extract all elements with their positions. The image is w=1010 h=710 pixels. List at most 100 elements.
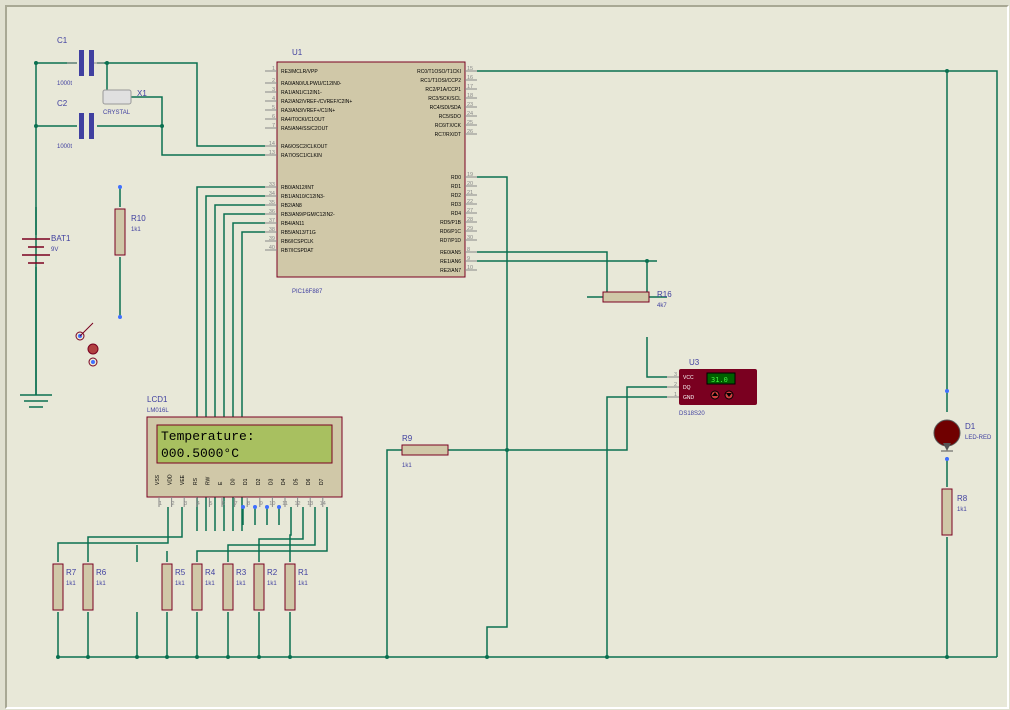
svg-text:RD4: RD4	[451, 211, 461, 217]
svg-text:U1: U1	[292, 48, 303, 57]
component-r7[interactable]: R7 1k1	[53, 564, 77, 610]
svg-text:RA3/AN3/VREF+/C1IN+: RA3/AN3/VREF+/C1IN+	[281, 108, 335, 114]
svg-text:R5: R5	[175, 568, 186, 577]
component-r10[interactable]: R10 1k1	[115, 209, 146, 255]
component-r16[interactable]: R16 4k7	[603, 290, 672, 309]
svg-text:15: 15	[467, 66, 473, 72]
svg-text:VSS: VSS	[155, 474, 161, 485]
svg-text:RA0/AN0/ULPWU/C12IN0-: RA0/AN0/ULPWU/C12IN0-	[281, 81, 342, 87]
svg-text:RD3: RD3	[451, 202, 461, 208]
svg-text:R16: R16	[657, 290, 672, 299]
svg-text:DS18S20: DS18S20	[679, 411, 705, 417]
svg-text:4: 4	[272, 96, 275, 102]
component-c2[interactable]: C2 1000t	[57, 99, 94, 150]
svg-text:PIC16F887: PIC16F887	[292, 289, 323, 295]
svg-text:D4: D4	[281, 478, 287, 485]
svg-text:RE0/AN5: RE0/AN5	[440, 250, 461, 256]
svg-text:34: 34	[269, 191, 275, 197]
svg-text:LM016L: LM016L	[147, 408, 169, 414]
svg-text:1k1: 1k1	[96, 581, 106, 587]
svg-text:RC7/RX/DT: RC7/RX/DT	[435, 132, 461, 138]
svg-text:1k1: 1k1	[66, 581, 76, 587]
svg-text:1k1: 1k1	[205, 581, 215, 587]
svg-text:RS: RS	[193, 477, 199, 485]
component-c1[interactable]: C1 1000t	[57, 36, 104, 87]
component-r8[interactable]: R8 1k1	[942, 489, 968, 535]
svg-text:DQ: DQ	[683, 385, 691, 391]
svg-text:26: 26	[467, 129, 473, 135]
svg-text:6: 6	[272, 114, 275, 120]
schematic-canvas[interactable]: C1 1000t C2 1000t X1 CRYSTAL BAT1 9V R10…	[5, 5, 1009, 709]
svg-text:1k1: 1k1	[267, 581, 277, 587]
component-u1[interactable]: U1 PIC16F887 1 RE3/MCLR/VPP 2 RA0/AN0/ULPWU…	[265, 48, 477, 295]
svg-text:27: 27	[467, 208, 473, 214]
component-r6[interactable]: R61k1	[83, 564, 107, 610]
svg-text:CRYSTAL: CRYSTAL	[103, 110, 131, 116]
svg-text:9: 9	[467, 256, 470, 262]
svg-text:21: 21	[467, 190, 473, 196]
svg-text:38: 38	[269, 227, 275, 233]
svg-text:1000t: 1000t	[57, 81, 72, 87]
svg-text:RB4/AN11: RB4/AN11	[281, 221, 304, 227]
svg-text:D3: D3	[268, 478, 274, 485]
svg-text:R8: R8	[957, 494, 968, 503]
component-r3[interactable]: R31k1	[223, 564, 247, 610]
svg-text:RD6/P1C: RD6/P1C	[440, 229, 462, 235]
component-r1[interactable]: R11k1	[285, 564, 309, 610]
svg-text:RD1: RD1	[451, 184, 461, 190]
svg-text:C1: C1	[57, 36, 68, 45]
svg-text:D1: D1	[243, 478, 249, 485]
svg-text:2: 2	[272, 78, 275, 84]
svg-text:VCC: VCC	[683, 375, 694, 381]
component-u3[interactable]: U3 DS18S20 3 2 1 VCC DQ GND 31.0	[667, 358, 757, 417]
component-x1[interactable]: X1 CRYSTAL	[103, 89, 147, 116]
svg-text:23: 23	[467, 102, 473, 108]
svg-text:40: 40	[269, 245, 275, 251]
svg-text:14: 14	[269, 141, 275, 147]
svg-text:7: 7	[272, 123, 275, 129]
svg-text:RB0/AN12/INT: RB0/AN12/INT	[281, 185, 314, 191]
svg-text:R10: R10	[131, 214, 146, 223]
svg-text:D7: D7	[319, 478, 325, 485]
svg-text:000.5000°C: 000.5000°C	[161, 446, 239, 461]
component-d1[interactable]: D1 LED-RED	[934, 420, 992, 451]
svg-text:RA7/OSC1/CLKIN: RA7/OSC1/CLKIN	[281, 153, 322, 159]
svg-text:1k1: 1k1	[131, 227, 141, 233]
svg-text:LED-RED: LED-RED	[965, 435, 992, 441]
svg-text:RC6/TX/CK: RC6/TX/CK	[435, 123, 462, 129]
component-lcd1[interactable]: LCD1 LM016L Temperature: 000.5000°C VSS1…	[147, 395, 342, 507]
svg-text:RE2/AN7: RE2/AN7	[440, 268, 461, 274]
svg-text:R7: R7	[66, 568, 77, 577]
svg-text:U3: U3	[689, 358, 700, 367]
svg-text:4k7: 4k7	[657, 303, 667, 309]
svg-text:Temperature:: Temperature:	[161, 429, 255, 444]
svg-text:RB1/AN10/C12IN3-: RB1/AN10/C12IN3-	[281, 194, 325, 200]
svg-text:RC5/SDO: RC5/SDO	[439, 114, 461, 120]
component-bat1[interactable]: BAT1 9V	[22, 234, 71, 263]
svg-text:RC4/SDI/SDA: RC4/SDI/SDA	[430, 105, 462, 111]
component-r5[interactable]: R5 1k1	[162, 564, 186, 610]
svg-text:2: 2	[674, 382, 677, 388]
component-r9[interactable]: R9 1k1	[402, 434, 448, 469]
svg-text:RC1/T1OSI/CCP2: RC1/T1OSI/CCP2	[420, 78, 461, 84]
svg-text:LCD1: LCD1	[147, 395, 168, 404]
svg-text:10: 10	[467, 265, 473, 271]
svg-text:D6: D6	[306, 478, 312, 485]
svg-text:33: 33	[269, 182, 275, 188]
component-button[interactable]	[76, 323, 98, 366]
svg-text:17: 17	[467, 84, 473, 90]
svg-text:1000t: 1000t	[57, 144, 72, 150]
svg-text:25: 25	[467, 120, 473, 126]
svg-text:RB3/AN9/PGM/C12IN2-: RB3/AN9/PGM/C12IN2-	[281, 212, 335, 218]
svg-text:RC0/T1OSO/T1CKI: RC0/T1OSO/T1CKI	[417, 69, 461, 75]
component-r2[interactable]: R21k1	[254, 564, 278, 610]
component-r4[interactable]: R41k1	[192, 564, 216, 610]
svg-text:1k1: 1k1	[175, 581, 185, 587]
svg-text:RE3/MCLR/VPP: RE3/MCLR/VPP	[281, 69, 318, 75]
svg-text:3: 3	[272, 87, 275, 93]
svg-text:D5: D5	[294, 478, 300, 485]
svg-text:1k1: 1k1	[236, 581, 246, 587]
svg-text:1: 1	[272, 66, 275, 72]
svg-text:RD0: RD0	[451, 175, 461, 181]
svg-text:D0: D0	[231, 478, 237, 485]
